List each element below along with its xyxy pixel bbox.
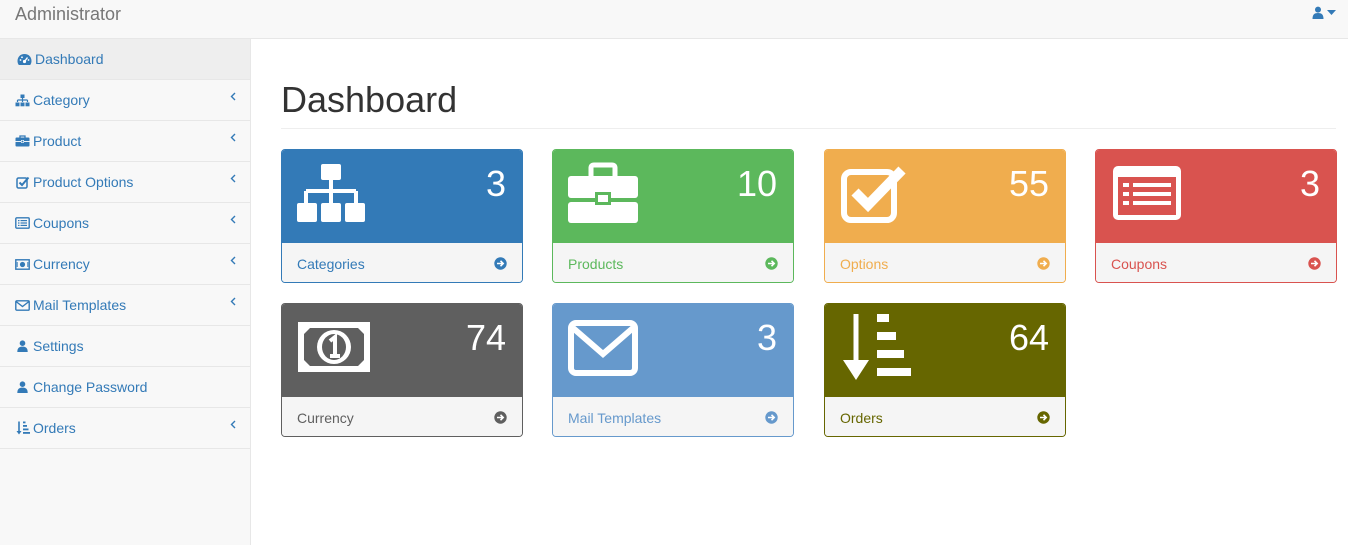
sidebar-item-orders[interactable]: Orders [0, 408, 250, 449]
panel-orders[interactable]: 64 Orders [824, 303, 1066, 437]
top-navbar: Administrator [0, 0, 1348, 39]
chevron-left-icon [230, 133, 236, 142]
sidebar-item-category[interactable]: Category [0, 80, 250, 121]
chevron-left-icon [230, 297, 236, 306]
panel-label: Products [568, 255, 624, 272]
sidebar-item-settings[interactable]: Settings [0, 326, 250, 367]
sidebar-item-label: Coupons [33, 215, 90, 231]
check-square-icon [15, 175, 30, 189]
user-icon [15, 380, 30, 394]
page-title: Dashboard [281, 79, 458, 120]
sidebar-item-label: Dashboard [35, 51, 104, 67]
chevron-left-icon [230, 256, 236, 265]
panel-products[interactable]: 10 Products [552, 149, 794, 283]
user-icon [15, 339, 30, 353]
user-menu-dropdown[interactable] [1312, 6, 1336, 19]
panel-coupons[interactable]: 3 Coupons [1095, 149, 1337, 283]
sidebar-item-change-password[interactable]: Change Password [0, 367, 250, 408]
sidebar-item-product-options[interactable]: Product Options [0, 162, 250, 203]
sidebar-item-dashboard[interactable]: Dashboard [0, 39, 250, 80]
arrow-circle-right-icon [765, 257, 778, 270]
chevron-left-icon [230, 420, 236, 429]
sidebar-item-label: Product Options [33, 174, 134, 190]
title-divider [281, 128, 1336, 129]
sort-amount-icon [15, 421, 30, 435]
sidebar-item-label: Product [33, 133, 82, 149]
panel-count: 55 [1008, 163, 1049, 204]
panel-label: Mail Templates [568, 409, 662, 426]
sidebar-item-coupons[interactable]: Coupons [0, 203, 250, 244]
sidebar-item-product[interactable]: Product [0, 121, 250, 162]
panel-count: 74 [465, 317, 506, 358]
envelope-icon [568, 320, 638, 376]
dashboard-icon [17, 52, 32, 66]
sitemap-icon [297, 164, 365, 222]
envelope-icon [15, 298, 30, 312]
chevron-left-icon [230, 215, 236, 224]
panel-currency[interactable]: 74 Currency [281, 303, 523, 437]
chevron-left-icon [230, 92, 236, 101]
check-square-icon [841, 166, 906, 223]
sidebar-item-label: Category [33, 92, 90, 108]
sidebar: Dashboard Category Product Product Optio… [0, 39, 251, 545]
sidebar-item-currency[interactable]: Currency [0, 244, 250, 285]
arrow-circle-right-icon [1037, 257, 1050, 270]
sidebar-item-label: Change Password [33, 379, 148, 395]
panel-options[interactable]: 55 Options [824, 149, 1066, 283]
panel-count: 3 [485, 163, 506, 204]
panel-count: 3 [756, 317, 777, 358]
panel-count: 64 [1008, 317, 1049, 358]
sort-amount-icon [843, 314, 911, 380]
brand-title[interactable]: Administrator [15, 4, 121, 25]
panel-label: Orders [840, 409, 883, 426]
sidebar-item-label: Currency [33, 256, 90, 272]
sidebar-item-label: Mail Templates [33, 297, 127, 313]
arrow-circle-right-icon [494, 257, 507, 270]
arrow-circle-right-icon [765, 411, 778, 424]
arrow-circle-right-icon [494, 411, 507, 424]
user-icon [1312, 6, 1324, 19]
briefcase-icon [568, 162, 638, 223]
panel-label: Currency [297, 409, 354, 426]
money-icon [298, 322, 370, 372]
panel-count: 10 [736, 163, 777, 204]
panel-label: Coupons [1111, 255, 1168, 272]
list-alt-icon [1113, 166, 1181, 220]
sitemap-icon [15, 93, 30, 107]
panel-label: Options [840, 255, 889, 272]
sidebar-item-label: Settings [33, 338, 84, 354]
briefcase-icon [15, 134, 30, 148]
chevron-left-icon [230, 174, 236, 183]
main-content: Dashboard 3 Categories 10 Products 55 Op… [251, 39, 1348, 545]
money-icon [15, 257, 30, 271]
panel-count: 3 [1299, 163, 1320, 204]
sidebar-item-label: Orders [33, 420, 76, 436]
caret-down-icon [1327, 9, 1336, 15]
sidebar-item-mail-templates[interactable]: Mail Templates [0, 285, 250, 326]
panel-mail-templates[interactable]: 3 Mail Templates [552, 303, 794, 437]
arrow-circle-right-icon [1308, 257, 1321, 270]
panel-label: Categories [297, 255, 365, 272]
arrow-circle-right-icon [1037, 411, 1050, 424]
panel-categories[interactable]: 3 Categories [281, 149, 523, 283]
list-alt-icon [15, 216, 30, 230]
